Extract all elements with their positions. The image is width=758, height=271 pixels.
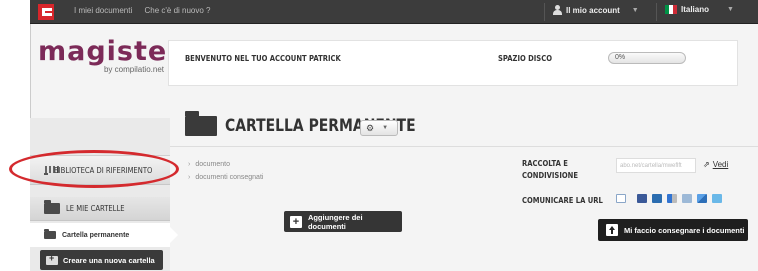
language-label: Italiano: [681, 5, 710, 14]
view-link-label: Vedi: [712, 160, 729, 169]
list-item[interactable]: › documento: [188, 158, 263, 171]
folder-icon: [44, 200, 60, 214]
disk-usage-bar: 0%: [608, 52, 686, 64]
social-share-icons: [616, 194, 722, 203]
italian-flag-icon: [665, 5, 677, 14]
mail-icon[interactable]: [616, 194, 626, 203]
sidebar-item-library[interactable]: BIBLIOTECA DI RIFERIMENTO: [30, 155, 170, 185]
view-link[interactable]: ⇗ Vedi: [703, 160, 728, 169]
folder-icon: [44, 229, 56, 239]
library-icon: [44, 165, 61, 175]
topbar-divider: [544, 3, 545, 21]
twitter-icon[interactable]: [712, 194, 722, 203]
welcome-panel: BENVENUTO NEL TUO ACCOUNT PATRICK SPAZIO…: [168, 40, 738, 86]
flag-stripe-red: [673, 5, 677, 14]
add-documents-label: Aggiungere dei documenti: [307, 212, 363, 231]
brand-name: magister: [38, 36, 182, 67]
new-folder-icon: [46, 253, 58, 265]
facebook-icon[interactable]: [637, 194, 647, 203]
account-label: Il mio account: [566, 5, 620, 15]
account-menu[interactable]: Il mio account ▼: [553, 5, 639, 15]
top-bar: I miei documenti Che c'è di nuovo ?: [30, 0, 758, 24]
communicate-url-label: COMUNICARE LA URL: [522, 196, 603, 205]
chevron-down-icon: ▼: [382, 125, 389, 131]
gear-icon: ⚙: [366, 122, 375, 133]
myspace-icon[interactable]: [652, 194, 662, 203]
chevron-down-icon: ▼: [631, 6, 639, 14]
chevron-right-icon: ›: [188, 161, 191, 168]
share-url-field[interactable]: abo.net/cartella/mweflft: [616, 158, 696, 173]
folder-icon: [185, 111, 217, 136]
list-item[interactable]: › documenti consegnati: [188, 171, 263, 184]
nav-whats-new[interactable]: Che c'è di nuovo ?: [144, 6, 210, 15]
plus-icon: +: [290, 215, 302, 228]
user-icon: [553, 5, 562, 15]
disk-usage-value: 0%: [615, 54, 626, 61]
sidebar-item-label: BIBLIOTECA DI RIFERIMENTO: [54, 165, 153, 175]
top-nav: I miei documenti Che c'è di nuovo ?: [74, 6, 221, 15]
welcome-message: BENVENUTO NEL TUO ACCOUNT PATRICK: [185, 54, 341, 63]
upload-icon: [606, 224, 618, 236]
list-item-label: documento: [195, 161, 230, 168]
folder-settings-button[interactable]: ⚙ ▼: [360, 120, 398, 136]
live-icon[interactable]: [697, 194, 707, 203]
chevron-down-icon: ▼: [727, 6, 734, 13]
collect-share-line: RACCOLTA E: [522, 159, 568, 168]
compilatio-logo-icon[interactable]: [38, 4, 54, 20]
add-documents-button[interactable]: + Aggiungere dei documenti: [284, 211, 402, 232]
request-documents-button[interactable]: Mi faccio consegnare i documenti: [598, 219, 748, 241]
disk-space-label: SPAZIO DISCO: [498, 54, 552, 63]
digg-icon[interactable]: [682, 194, 692, 203]
collect-share-label: RACCOLTA E CONDIVISIONE: [522, 158, 582, 182]
sidebar-item-permanent-folder[interactable]: Cartella permanente: [30, 223, 178, 247]
language-menu[interactable]: Italiano ▼: [665, 5, 734, 14]
collect-share-line: CONDIVISIONE: [522, 171, 578, 180]
topbar-divider: [656, 3, 657, 21]
delicious-icon[interactable]: [667, 194, 677, 203]
sidebar-item-label: LE MIE CARTELLE: [66, 204, 125, 213]
sidebar: [30, 118, 170, 271]
document-list: › documento › documenti consegnati: [188, 158, 263, 184]
sidebar-item-label: Cartella permanente: [62, 231, 130, 239]
request-documents-label: Mi faccio consegnare i documenti: [624, 225, 745, 235]
sidebar-item-my-folders[interactable]: LE MIE CARTELLE: [30, 197, 170, 221]
nav-my-documents[interactable]: I miei documenti: [74, 6, 132, 15]
create-folder-label: Creare una nuova cartella: [63, 255, 155, 265]
folder-header: CARTELLA PERMANENTE: [185, 111, 457, 136]
divider: [170, 146, 758, 147]
list-item-label: documenti consegnati: [195, 174, 264, 181]
chevron-right-icon: ›: [188, 174, 191, 181]
external-link-icon: ⇗: [703, 160, 710, 169]
brand-logo[interactable]: magister by compilatio.net: [38, 36, 182, 74]
create-folder-button[interactable]: Creare una nuova cartella: [40, 250, 163, 270]
